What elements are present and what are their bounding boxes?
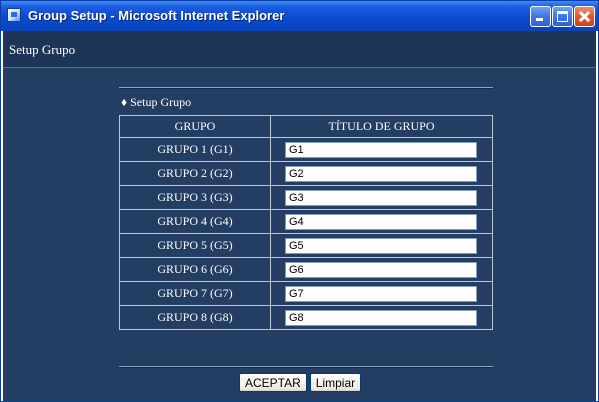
group-title-cell — [270, 185, 493, 210]
group-title-cell — [270, 209, 493, 234]
clear-button[interactable]: Limpiar — [309, 373, 362, 392]
accept-button[interactable]: ACEPTAR — [239, 373, 307, 392]
table-header-row: GRUPO TÍTULO DE GRUPO — [119, 115, 493, 138]
group-label: GRUPO 3 (G3) — [119, 185, 271, 210]
title-bar[interactable]: Group Setup - Microsoft Internet Explore… — [1, 1, 598, 31]
table-row: GRUPO 7 (G7) — [119, 281, 493, 306]
minimize-icon — [536, 18, 543, 21]
maximize-icon — [557, 11, 568, 22]
group-label: GRUPO 2 (G2) — [119, 161, 271, 186]
close-icon — [575, 7, 594, 26]
group-label: GRUPO 8 (G8) — [119, 305, 271, 330]
maximize-button[interactable] — [552, 6, 573, 27]
group-title-input-g3[interactable] — [285, 189, 477, 206]
group-label: GRUPO 5 (G5) — [119, 233, 271, 258]
group-title-input-g6[interactable] — [285, 261, 477, 278]
top-divider — [119, 87, 493, 89]
group-table: GRUPO TÍTULO DE GRUPO GRUPO 1 (G1) GRUPO… — [119, 115, 493, 330]
group-title-input-g7[interactable] — [285, 285, 477, 302]
browser-window: Group Setup - Microsoft Internet Explore… — [0, 0, 599, 402]
group-title-input-g1[interactable] — [285, 141, 477, 158]
group-title-cell — [270, 233, 493, 258]
group-title-input-g4[interactable] — [285, 213, 477, 230]
ie-page-icon[interactable] — [7, 8, 21, 22]
group-title-cell — [270, 137, 493, 162]
page-content: Setup Grupo ♦ Setup Grupo GRUPO TÍTULO D… — [3, 31, 596, 401]
group-title-cell — [270, 281, 493, 306]
minimize-button[interactable] — [530, 6, 551, 27]
page-title: Setup Grupo — [9, 42, 76, 57]
form-buttons: ACEPTAR Limpiar — [239, 373, 362, 392]
table-row: GRUPO 8 (G8) — [119, 305, 493, 330]
group-label: GRUPO 4 (G4) — [119, 209, 271, 234]
group-title-input-g5[interactable] — [285, 237, 477, 254]
group-label: GRUPO 7 (G7) — [119, 281, 271, 306]
table-row: GRUPO 6 (G6) — [119, 257, 493, 282]
group-label: GRUPO 1 (G1) — [119, 137, 271, 162]
group-title-cell — [270, 257, 493, 282]
table-row: GRUPO 4 (G4) — [119, 209, 493, 234]
group-title-cell — [270, 161, 493, 186]
column-header-group-title: TÍTULO DE GRUPO — [270, 115, 493, 138]
section-label: ♦ Setup Grupo — [121, 95, 192, 109]
table-row: GRUPO 2 (G2) — [119, 161, 493, 186]
table-row: GRUPO 1 (G1) — [119, 137, 493, 162]
group-title-input-g8[interactable] — [285, 309, 477, 326]
column-header-group: GRUPO — [119, 115, 271, 138]
table-row: GRUPO 3 (G3) — [119, 185, 493, 210]
table-row: GRUPO 5 (G5) — [119, 233, 493, 258]
window-title: Group Setup - Microsoft Internet Explore… — [28, 8, 285, 23]
group-label: GRUPO 6 (G6) — [119, 257, 271, 282]
bottom-divider — [119, 366, 493, 368]
close-button[interactable] — [574, 6, 595, 27]
group-title-input-g2[interactable] — [285, 165, 477, 182]
page-header: Setup Grupo — [3, 31, 596, 68]
group-title-cell — [270, 305, 493, 330]
